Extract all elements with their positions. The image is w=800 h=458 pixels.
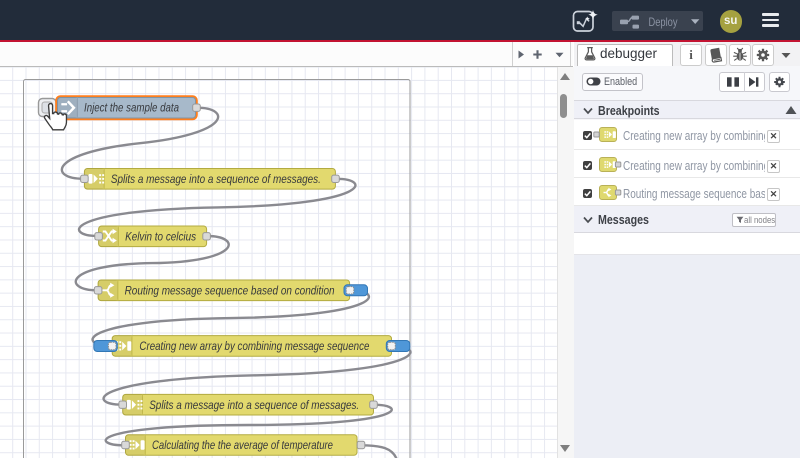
svg-text:Deploy: Deploy [649, 15, 678, 29]
svg-text:Inject the sample data: Inject the sample data [84, 102, 179, 115]
svg-text:Routing message sequence based: Routing message sequence based on condit… [125, 284, 335, 297]
svg-text:Splits a message into a sequen: Splits a message into a sequence of mess… [149, 399, 359, 412]
svg-text:Calculating the the average of: Calculating the the average of temperatu… [152, 439, 333, 452]
svg-text:Splits a message into a sequen: Splits a message into a sequence of mess… [111, 173, 321, 186]
svg-text:Creating new array by combinin: Creating new array by combining message … [139, 340, 369, 353]
svg-text:Kelvin to celcius: Kelvin to celcius [125, 230, 196, 243]
